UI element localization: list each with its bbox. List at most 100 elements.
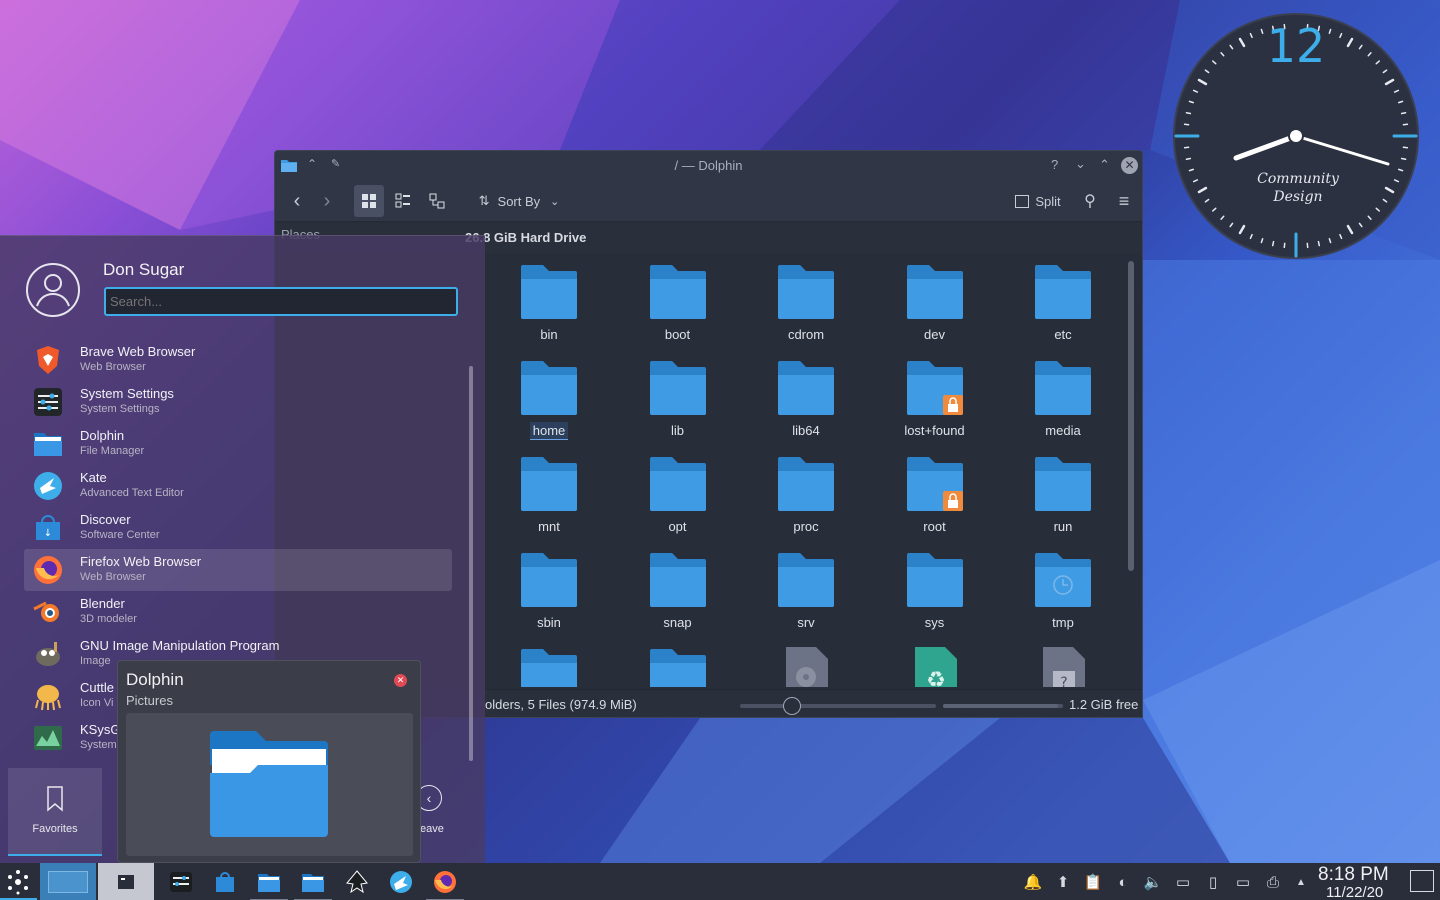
file-item[interactable] xyxy=(614,639,742,687)
folder-item-lost-found[interactable]: lost+found xyxy=(871,351,999,447)
zoom-slider[interactable] xyxy=(740,697,936,715)
app-name: System Settings xyxy=(80,386,174,401)
desktop-pager-2[interactable] xyxy=(98,863,154,900)
icons-view-button[interactable] xyxy=(354,185,384,217)
task-kate[interactable] xyxy=(386,867,416,897)
folder-item-opt[interactable]: opt xyxy=(614,447,742,543)
file-view[interactable]: bin boot cdrom dev etc home lib lib64 lost+found… xyxy=(485,255,1121,687)
icons-view-icon xyxy=(362,194,376,208)
printer-icon[interactable]: ⎙ xyxy=(1263,872,1283,892)
task-system-settings[interactable] xyxy=(166,867,196,897)
folder-item-home[interactable]: home xyxy=(485,351,613,447)
details-view-button[interactable] xyxy=(422,185,452,217)
launcher-scrollbar[interactable] xyxy=(469,366,473,761)
folder-item-snap[interactable]: snap xyxy=(614,543,742,639)
app-description: 3D modeler xyxy=(80,613,137,625)
app-name: Dolphin xyxy=(80,428,125,443)
launcher-app-firefox[interactable]: Firefox Web Browser Web Browser xyxy=(24,549,452,591)
close-preview-button[interactable]: ✕ xyxy=(394,674,407,687)
desktop-pager-1[interactable] xyxy=(40,863,96,900)
sort-by-button[interactable]: ⇅ Sort By ⌄ xyxy=(471,185,567,217)
show-desktop-button[interactable] xyxy=(1410,870,1434,892)
file-name-label: sbin xyxy=(537,615,561,630)
file-item[interactable] xyxy=(742,639,870,687)
window-titlebar[interactable]: ⌃ ✎ / — Dolphin ? ⌄ ⌃ ✕ xyxy=(275,151,1142,180)
clock-date[interactable]: 11/22/20 xyxy=(1326,884,1383,900)
kdeconnect-icon[interactable]: ◐ xyxy=(1113,872,1133,892)
file-item[interactable]: ? xyxy=(999,639,1121,687)
sort-icon: ⇅ xyxy=(478,193,490,208)
display-icon[interactable]: ▭ xyxy=(1233,872,1253,892)
file-name-label: sys xyxy=(924,615,945,630)
folder-item-srv[interactable]: srv xyxy=(742,543,870,639)
tray-expand-icon[interactable]: ▲ xyxy=(1291,872,1311,892)
folder-item-mnt[interactable]: mnt xyxy=(485,447,613,543)
analog-clock-widget[interactable]: 12 Community Design xyxy=(1172,12,1420,260)
folder-icon xyxy=(210,731,328,837)
launcher-app-settings[interactable]: System Settings System Settings xyxy=(24,381,452,423)
folder-item-tmp[interactable]: tmp xyxy=(999,543,1121,639)
help-icon[interactable]: ? xyxy=(1051,157,1058,172)
app-name: Kate xyxy=(80,470,107,485)
folder-item-etc[interactable]: etc xyxy=(999,255,1121,351)
task-inkscape[interactable] xyxy=(342,867,372,897)
zoom-slider-handle[interactable] xyxy=(783,697,801,715)
minimize-icon[interactable]: ⌄ xyxy=(1075,156,1086,172)
launcher-app-dolphin[interactable]: Dolphin File Manager xyxy=(24,423,452,465)
tab-favorites[interactable]: Favorites xyxy=(8,768,102,856)
launcher-app-discover[interactable]: ↓ Discover Software Center xyxy=(24,507,452,549)
folder-item-proc[interactable]: proc xyxy=(742,447,870,543)
device-icon[interactable]: ▯ xyxy=(1203,872,1223,892)
app-name: Discover xyxy=(80,512,131,527)
file-view-scrollbar[interactable] xyxy=(1128,261,1134,571)
app-name: Cuttle xyxy=(80,680,114,695)
folder-item-sys[interactable]: sys xyxy=(871,543,999,639)
folder-item-boot[interactable]: boot xyxy=(614,255,742,351)
forward-button[interactable]: › xyxy=(315,185,339,217)
network-icon[interactable]: ▭ xyxy=(1173,872,1193,892)
user-avatar-icon[interactable] xyxy=(25,262,81,318)
folder-item-lib[interactable]: lib xyxy=(614,351,742,447)
folder-item-dev[interactable]: dev xyxy=(871,255,999,351)
maximize-icon[interactable]: ⌃ xyxy=(1099,157,1110,173)
file-item[interactable] xyxy=(485,639,613,687)
search-input[interactable] xyxy=(104,287,458,316)
launcher-app-brave[interactable]: Brave Web Browser Web Browser xyxy=(24,339,452,381)
folder-item-media[interactable]: media xyxy=(999,351,1121,447)
task-dolphin-2[interactable] xyxy=(294,867,332,900)
close-icon[interactable]: ✕ xyxy=(1121,157,1138,174)
task-firefox[interactable] xyxy=(426,867,464,900)
tooltip-title: Dolphin xyxy=(126,670,184,689)
hamburger-menu-button[interactable]: ≡ xyxy=(1110,185,1138,217)
folder-item-run[interactable]: run xyxy=(999,447,1121,543)
search-button[interactable]: ⚲ xyxy=(1075,185,1105,217)
back-button[interactable]: ‹ xyxy=(285,185,309,217)
task-dolphin-1[interactable] xyxy=(250,867,288,900)
file-icon: ♻ xyxy=(914,647,957,687)
clock-time[interactable]: 8:18 PM xyxy=(1318,864,1389,886)
folder-item-root[interactable]: root xyxy=(871,447,999,543)
task-preview-tooltip[interactable]: Dolphin Pictures ✕ xyxy=(117,660,421,863)
task-discover[interactable] xyxy=(210,867,240,897)
split-button[interactable]: Split xyxy=(1009,185,1067,217)
window-thumbnail[interactable] xyxy=(126,713,413,856)
launcher-app-blender[interactable]: Blender 3D modeler xyxy=(24,591,452,633)
notifications-icon[interactable]: 🔔 xyxy=(1023,872,1043,892)
file-name-label: mnt xyxy=(538,519,560,534)
folder-item-cdrom[interactable]: cdrom xyxy=(742,255,870,351)
svg-text:↓: ↓ xyxy=(44,528,52,539)
clipboard-icon[interactable]: 📋 xyxy=(1083,872,1103,892)
updates-icon[interactable]: ⬆ xyxy=(1053,872,1073,892)
folder-item-sbin[interactable]: sbin xyxy=(485,543,613,639)
file-name-label: cdrom xyxy=(787,327,825,342)
app-name: Brave Web Browser xyxy=(80,344,196,359)
file-item[interactable]: ♻ xyxy=(871,639,999,687)
folder-icon xyxy=(1035,553,1091,607)
folder-icon xyxy=(906,553,963,607)
compact-view-button[interactable] xyxy=(388,185,418,217)
launcher-app-kate[interactable]: Kate Advanced Text Editor xyxy=(24,465,452,507)
volume-icon[interactable]: 🔈 xyxy=(1143,872,1163,892)
app-description: System Settings xyxy=(80,403,160,415)
folder-item-lib64[interactable]: lib64 xyxy=(742,351,870,447)
folder-item-bin[interactable]: bin xyxy=(485,255,613,351)
